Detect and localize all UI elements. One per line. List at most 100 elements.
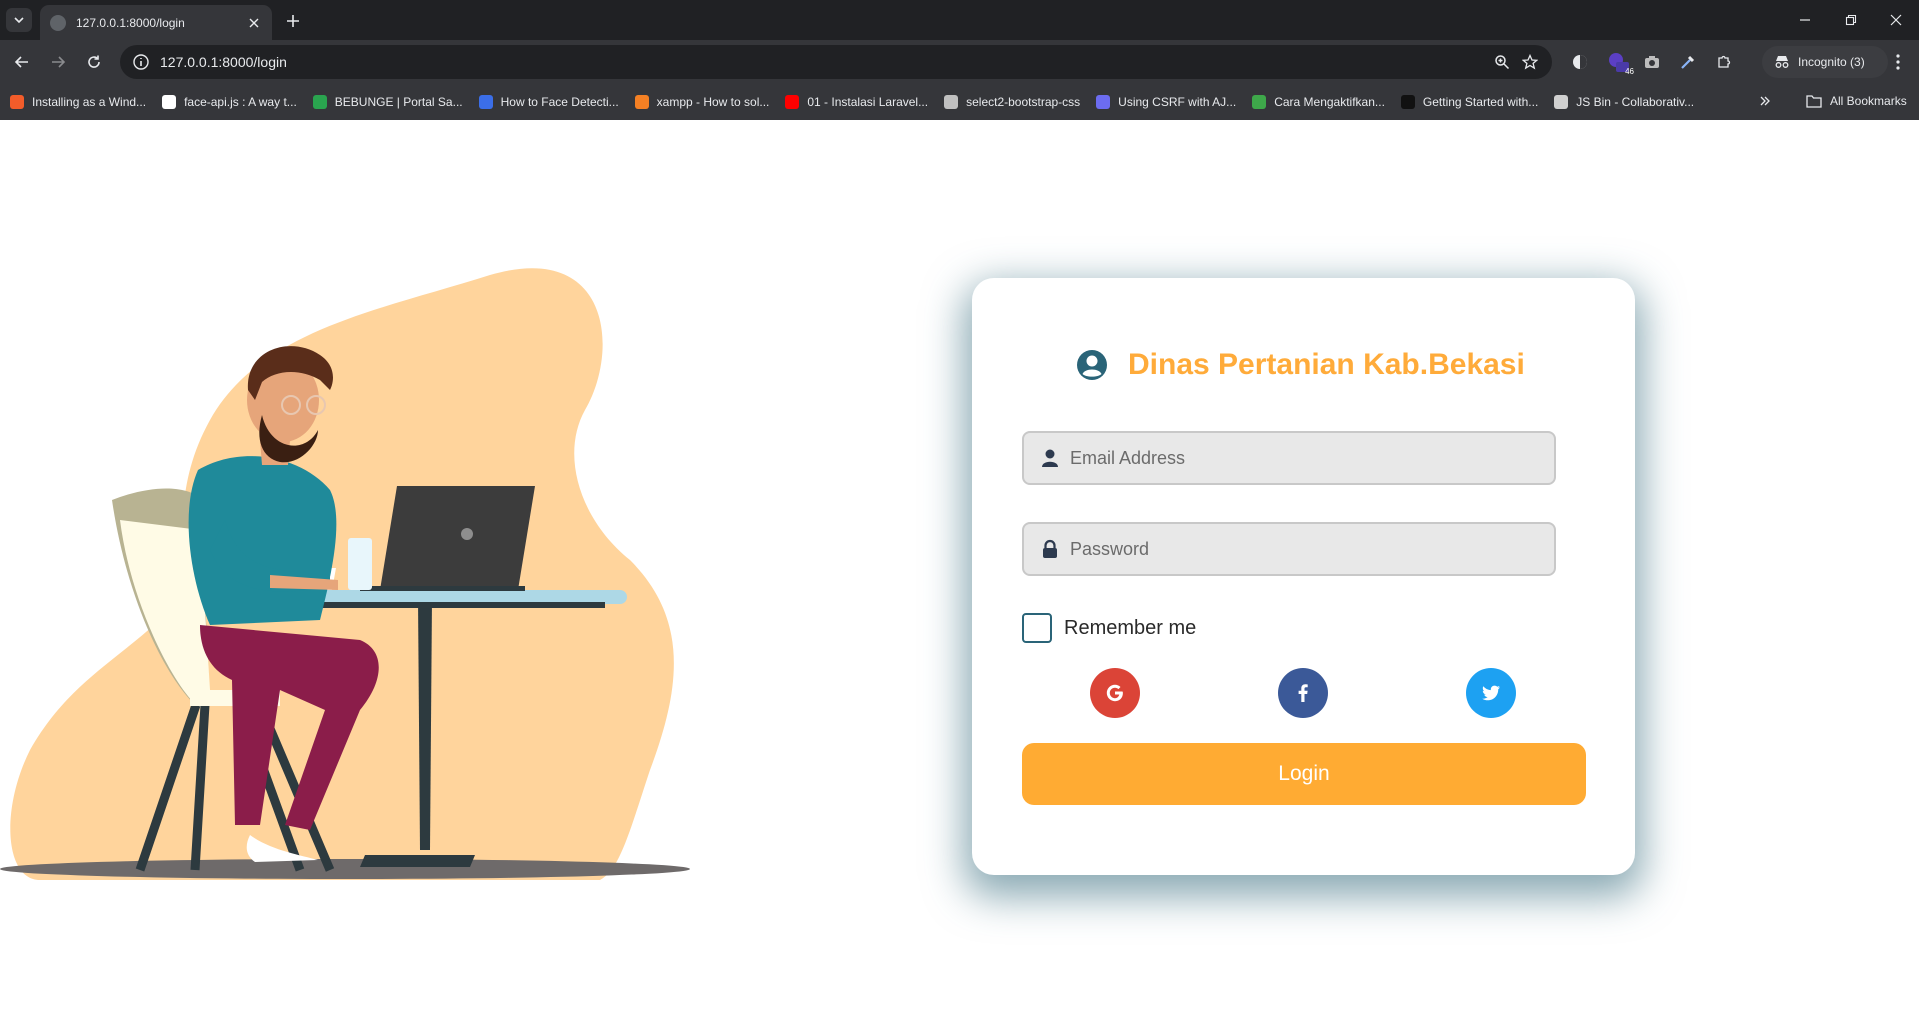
glass bbox=[348, 538, 372, 590]
incognito-label: Incognito (3) bbox=[1798, 55, 1865, 69]
bookmarks-bar: Installing as a Wind... face-api.js : A w… bbox=[0, 84, 1919, 120]
laptop-camera bbox=[461, 528, 473, 540]
incognito-indicator[interactable]: Incognito (3) bbox=[1762, 46, 1888, 78]
folder-icon bbox=[1806, 95, 1822, 108]
password-input[interactable] bbox=[1070, 524, 1554, 574]
twitter-login-button[interactable] bbox=[1466, 668, 1516, 718]
bookmark-label: BEBUNGE | Portal Sa... bbox=[334, 95, 463, 109]
facebook-login-button[interactable] bbox=[1278, 668, 1328, 718]
url-text[interactable]: 127.0.0.1:8000/login bbox=[160, 54, 1488, 70]
bookmark-item[interactable]: 01 - Instalasi Laravel... bbox=[785, 90, 928, 114]
login-button[interactable]: Login bbox=[1022, 743, 1586, 805]
tab-active[interactable]: 127.0.0.1:8000/login bbox=[40, 5, 272, 40]
new-tab-button[interactable] bbox=[282, 10, 304, 32]
bookmark-favicon-icon bbox=[1096, 95, 1111, 109]
back-button[interactable] bbox=[8, 48, 36, 76]
bookmark-label: select2-bootstrap-css bbox=[966, 95, 1081, 109]
tab-close-button[interactable] bbox=[246, 15, 262, 31]
extension-contrast-button[interactable] bbox=[1566, 48, 1594, 76]
reload-icon bbox=[88, 55, 100, 68]
bookmark-favicon-icon bbox=[1252, 95, 1267, 109]
bookmark-favicon-icon bbox=[478, 95, 493, 109]
twitter-icon bbox=[1482, 685, 1500, 701]
bookmark-label: xampp - How to sol... bbox=[656, 95, 770, 109]
table-leg bbox=[418, 598, 432, 850]
bookmark-star-button[interactable] bbox=[1516, 48, 1544, 76]
incognito-icon bbox=[1775, 56, 1789, 68]
user-icon bbox=[1042, 449, 1058, 467]
bookmark-item[interactable]: Installing as a Wind... bbox=[10, 90, 146, 114]
bookmark-item[interactable]: select2-bootstrap-css bbox=[944, 90, 1080, 114]
bookmark-favicon-icon bbox=[785, 95, 800, 109]
bookmark-item[interactable]: Using CSRF with AJ... bbox=[1096, 90, 1236, 114]
bookmark-label: JS Bin - Collaborativ... bbox=[1576, 95, 1695, 109]
remember-me-label: Remember me bbox=[1064, 616, 1197, 639]
bookmark-label: Getting Started with... bbox=[1422, 95, 1539, 109]
google-icon bbox=[1106, 684, 1123, 702]
background-blob bbox=[10, 268, 674, 880]
zoom-button[interactable] bbox=[1488, 48, 1516, 76]
bookmark-favicon-icon bbox=[1400, 95, 1415, 109]
login-title: Dinas Pertanian Kab.Bekasi bbox=[1128, 348, 1525, 381]
login-card: Dinas Pertanian Kab.Bekasi Remember me bbox=[972, 278, 1635, 875]
extensions-menu-button[interactable] bbox=[1710, 48, 1738, 76]
facebook-icon bbox=[1298, 684, 1308, 702]
torso bbox=[188, 456, 337, 625]
bookmark-favicon-icon bbox=[1554, 95, 1569, 109]
bookmark-favicon-icon bbox=[634, 95, 649, 109]
contrast-icon bbox=[1573, 55, 1587, 69]
bookmark-item[interactable]: face-api.js : A way t... bbox=[162, 90, 297, 114]
bookmark-item[interactable]: How to Face Detecti... bbox=[478, 90, 619, 114]
user-circle-icon bbox=[1077, 350, 1107, 380]
reload-button[interactable] bbox=[80, 48, 108, 76]
bookmark-item[interactable]: BEBUNGE | Portal Sa... bbox=[312, 90, 463, 114]
arrow-right-icon bbox=[52, 56, 66, 68]
remember-me-checkbox[interactable] bbox=[1022, 613, 1052, 643]
close-window-button[interactable] bbox=[1873, 0, 1919, 40]
bookmark-item[interactable]: JS Bin - Collaborativ... bbox=[1554, 90, 1694, 114]
bookmark-favicon-icon bbox=[944, 95, 959, 109]
bookmark-item[interactable]: xampp - How to sol... bbox=[634, 90, 770, 114]
address-bar[interactable]: 127.0.0.1:8000/login bbox=[120, 45, 1552, 79]
close-icon bbox=[249, 18, 259, 27]
extension-eyedropper-button[interactable] bbox=[1674, 48, 1702, 76]
all-bookmarks-label: All Bookmarks bbox=[1830, 94, 1907, 108]
bookmark-label: 01 - Instalasi Laravel... bbox=[807, 95, 929, 109]
double-chevron-right-icon bbox=[1760, 96, 1770, 106]
bookmark-label: Cara Mengaktifkan... bbox=[1274, 95, 1385, 109]
more-vertical-icon bbox=[1896, 54, 1900, 70]
bookmark-item[interactable]: Getting Started with... bbox=[1400, 90, 1539, 114]
plus-icon bbox=[287, 15, 299, 27]
restore-button[interactable] bbox=[1828, 0, 1874, 40]
bookmarks-overflow-button[interactable] bbox=[1754, 90, 1776, 112]
google-login-button[interactable] bbox=[1090, 668, 1140, 718]
info-icon[interactable] bbox=[132, 53, 150, 71]
forward-button[interactable] bbox=[44, 48, 72, 76]
eyedropper-icon bbox=[1681, 55, 1695, 69]
tab-title: 127.0.0.1:8000/login bbox=[76, 15, 185, 30]
extension-camera-button[interactable] bbox=[1638, 48, 1666, 76]
laptop-screen bbox=[380, 486, 535, 590]
arrow-left-icon bbox=[14, 56, 28, 68]
tab-strip: 127.0.0.1:8000/login bbox=[0, 0, 1919, 40]
floor-shadow bbox=[0, 859, 690, 879]
browser-chrome: 127.0.0.1:8000/login 127.0.0.1:8000/logi… bbox=[0, 0, 1919, 120]
bookmark-item[interactable]: Cara Mengaktifkan... bbox=[1252, 90, 1385, 114]
extension-badge-button[interactable]: 46 bbox=[1604, 48, 1634, 76]
camera-icon bbox=[1645, 56, 1659, 68]
all-bookmarks-button[interactable]: All Bookmarks bbox=[1806, 90, 1907, 112]
laptop-base bbox=[360, 586, 525, 591]
bookmark-favicon-icon bbox=[162, 95, 177, 109]
browser-menu-button[interactable] bbox=[1884, 48, 1912, 76]
table-base bbox=[360, 855, 475, 867]
extension-badge-count: 46 bbox=[1625, 67, 1634, 76]
minimize-button[interactable] bbox=[1782, 0, 1828, 40]
lock-icon bbox=[1043, 539, 1057, 558]
bookmark-label: Installing as a Wind... bbox=[32, 95, 147, 109]
email-input[interactable] bbox=[1070, 433, 1554, 483]
tab-search-button[interactable] bbox=[6, 8, 32, 32]
remember-me[interactable]: Remember me bbox=[1022, 613, 1196, 643]
bookmark-label: How to Face Detecti... bbox=[500, 95, 619, 109]
login-heading: Dinas Pertanian Kab.Bekasi bbox=[1076, 348, 1525, 382]
bookmark-favicon-icon bbox=[10, 95, 24, 109]
